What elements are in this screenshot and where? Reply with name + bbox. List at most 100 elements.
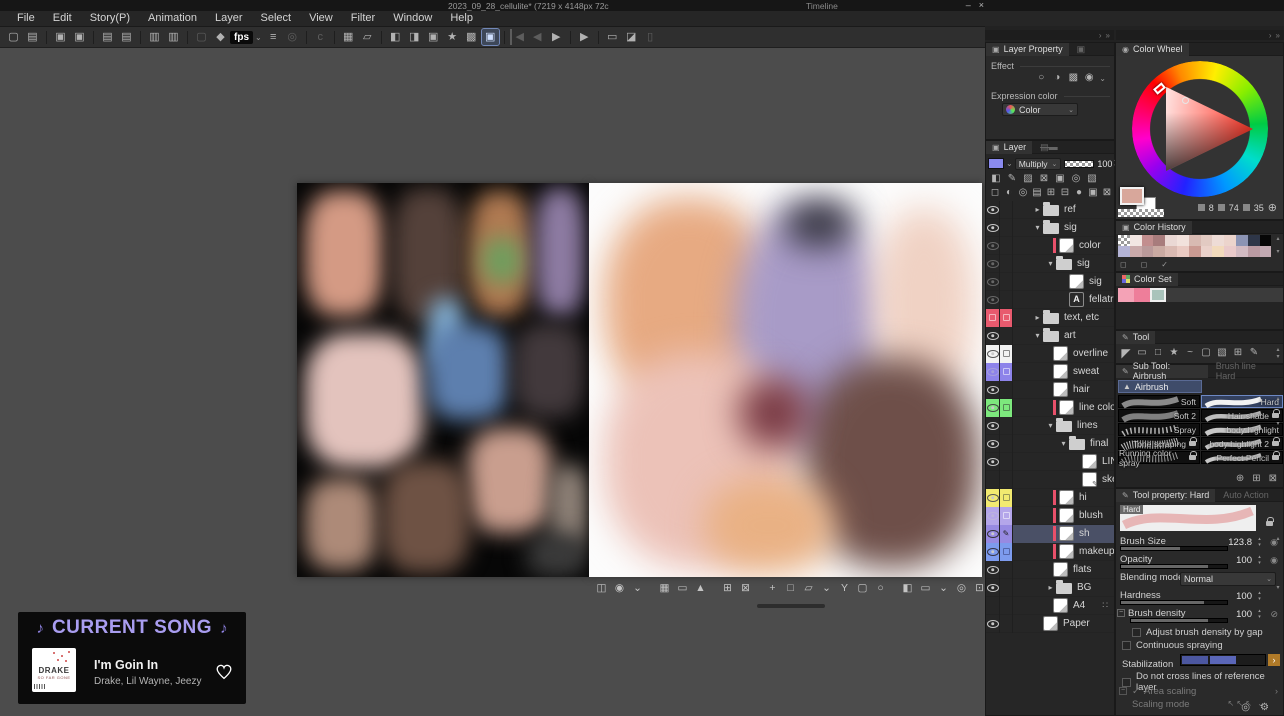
transform-icon[interactable]: □ [783,581,798,596]
open-icon[interactable]: ▤ [24,29,41,45]
layer-color-label[interactable]: ✎ [1000,525,1013,543]
visibility-toggle[interactable] [986,255,1000,273]
pen-tool-icon[interactable]: ◤ [1118,346,1134,360]
layer-color-label[interactable] [1000,489,1013,507]
visibility-toggle[interactable] [986,435,1000,453]
layer-color-label[interactable] [1000,345,1013,363]
menu-select[interactable]: Select [252,11,301,26]
gradient-icon[interactable]: ◧ [900,581,915,596]
history-scrollbar[interactable]: ▴▾ [1274,235,1282,257]
stabilization-slider[interactable] [1180,654,1266,666]
flip-icon[interactable]: ▲ [693,581,708,596]
history-swatch[interactable] [1118,246,1130,257]
onion-skin-icon[interactable]: ▩ [463,29,480,45]
layer-color-label[interactable] [1000,615,1013,633]
frame-icon[interactable]: ▭ [675,581,690,596]
fps-badge[interactable]: fps [230,31,253,44]
brush-item[interactable]: Soft [1118,395,1200,408]
layer-row[interactable]: ▾sig [986,219,1114,237]
visibility-toggle[interactable] [986,363,1000,381]
cut-icon[interactable]: ⊠ [738,581,753,596]
visibility-toggle[interactable] [986,615,1000,633]
delete-sub-tool-icon[interactable]: ⊠ [1269,473,1277,484]
layer-color-label[interactable] [1000,327,1013,345]
expand-caret-icon[interactable]: ▾ [1032,331,1043,340]
snap-icon[interactable]: ◫ [594,581,609,596]
import-sub-tool-icon[interactable]: ⊕ [1236,473,1244,484]
checkbox[interactable] [1122,641,1131,650]
menu-file[interactable]: File [8,11,44,26]
stepper-icon[interactable]: ▴▾ [1255,554,1264,568]
canvas-artwork-area[interactable] [589,183,982,577]
transfer-icon[interactable]: ⊞ [1044,186,1058,200]
history-swatch[interactable] [1153,246,1165,257]
history-swatch[interactable] [1177,235,1189,246]
delete-layer-icon[interactable]: ⊠ [1100,186,1114,200]
visibility-toggle[interactable] [986,327,1000,345]
visibility-toggle[interactable] [986,417,1000,435]
layer-row[interactable]: ▾sig [986,255,1114,273]
tab-sub-tool[interactable]: ✎ Sub Tool: Airbrush [1116,365,1208,378]
collapse-box-icon[interactable]: − [1117,609,1125,617]
blending-mode-row[interactable]: Blending mode Normal⌄ [1118,571,1278,589]
layer-row[interactable]: flats [986,561,1114,579]
set-swatch-selected[interactable] [1150,288,1166,302]
export-icon[interactable]: ▤ [99,29,116,45]
layer-color-label[interactable] [1000,291,1013,309]
opacity-slider-row[interactable]: Opacity 100 ▴▾ ◉ [1118,553,1278,571]
history-swatch-transparent[interactable] [1118,235,1130,246]
marquee-tool-icon[interactable]: □ [1150,346,1166,360]
layer-color-label[interactable] [1000,543,1013,561]
layer-color-label[interactable] [1000,201,1013,219]
visibility-toggle[interactable] [986,219,1000,237]
liquify-icon[interactable]: Y [837,581,852,596]
layer-color-label[interactable] [1000,435,1013,453]
layer-color-label[interactable] [1000,507,1013,525]
brush-density-slider[interactable]: − Brush density 100 ▴▾ ⊘ [1118,607,1278,625]
expand-caret-icon[interactable]: ▾ [1032,223,1043,232]
layer-row[interactable]: ▾lines [986,417,1114,435]
visibility-toggle[interactable] [986,453,1000,471]
tab-layer[interactable]: ▣ Layer [986,141,1032,154]
layer-row[interactable]: Afellatrixart.com [986,291,1114,309]
layer-color-label[interactable] [1000,399,1013,417]
transform-grid-icon[interactable]: ▦ [340,29,357,45]
density-gap-checkbox-row[interactable]: Adjust brush density by gap [1132,627,1263,638]
loop-icon[interactable]: ◎ [284,29,301,45]
stepper-icon[interactable]: ▴▾ [1255,590,1264,604]
tab-color-history[interactable]: ▣ Color History [1116,221,1192,234]
frame-tool-icon[interactable]: ▧ [1214,346,1230,360]
layer-color-label[interactable] [1000,471,1013,489]
transparent-color-swatch[interactable] [1118,209,1164,217]
history-swatch[interactable] [1189,235,1201,246]
effect-extract-icon[interactable]: ◉ [1081,71,1097,85]
layer-color-label[interactable] [1000,237,1013,255]
copy-icon[interactable]: ⊞ [720,581,735,596]
history-swatch[interactable] [1130,235,1142,246]
history-swatch[interactable] [1236,246,1248,257]
menu-view[interactable]: View [300,11,342,26]
play-all-icon[interactable]: ▶ [576,29,593,45]
dock-strip[interactable]: ›» [985,30,1114,40]
reference-layer-icon[interactable]: ▧ [1084,172,1100,186]
visibility-toggle[interactable] [986,345,1000,363]
canvas-reference-area[interactable] [297,183,589,577]
light-table-icon[interactable]: ▣ [482,29,499,45]
brush-item[interactable]: body highlight [1201,423,1283,436]
new-layer-icon[interactable]: ◻ [988,186,1002,200]
save-icon[interactable]: ▣ [52,29,69,45]
menu-layer[interactable]: Layer [206,11,252,26]
window-a-icon[interactable]: ◧ [387,29,404,45]
visibility-toggle[interactable] [986,381,1000,399]
visibility-toggle[interactable] [986,543,1000,561]
history-swatch[interactable] [1165,246,1177,257]
layer-row[interactable]: makeup [986,543,1114,561]
brush-size-slider[interactable]: Brush Size 123.8 ▴▾ ◉ [1118,535,1278,553]
area-scaling-row[interactable]: − ✓ Area scaling › [1118,685,1282,699]
tab-brush-line[interactable]: Brush line Hard [1208,361,1283,381]
hardness-slider[interactable]: Hardness 100 ▴▾ [1118,589,1278,607]
continuous-spraying-checkbox-row[interactable]: Continuous spraying [1122,640,1223,651]
tab-auto-action[interactable]: Auto Action [1215,490,1277,500]
expand-caret-icon[interactable]: ▾ [1045,259,1056,268]
lasso-tool-icon[interactable]: ▭ [1134,346,1150,360]
